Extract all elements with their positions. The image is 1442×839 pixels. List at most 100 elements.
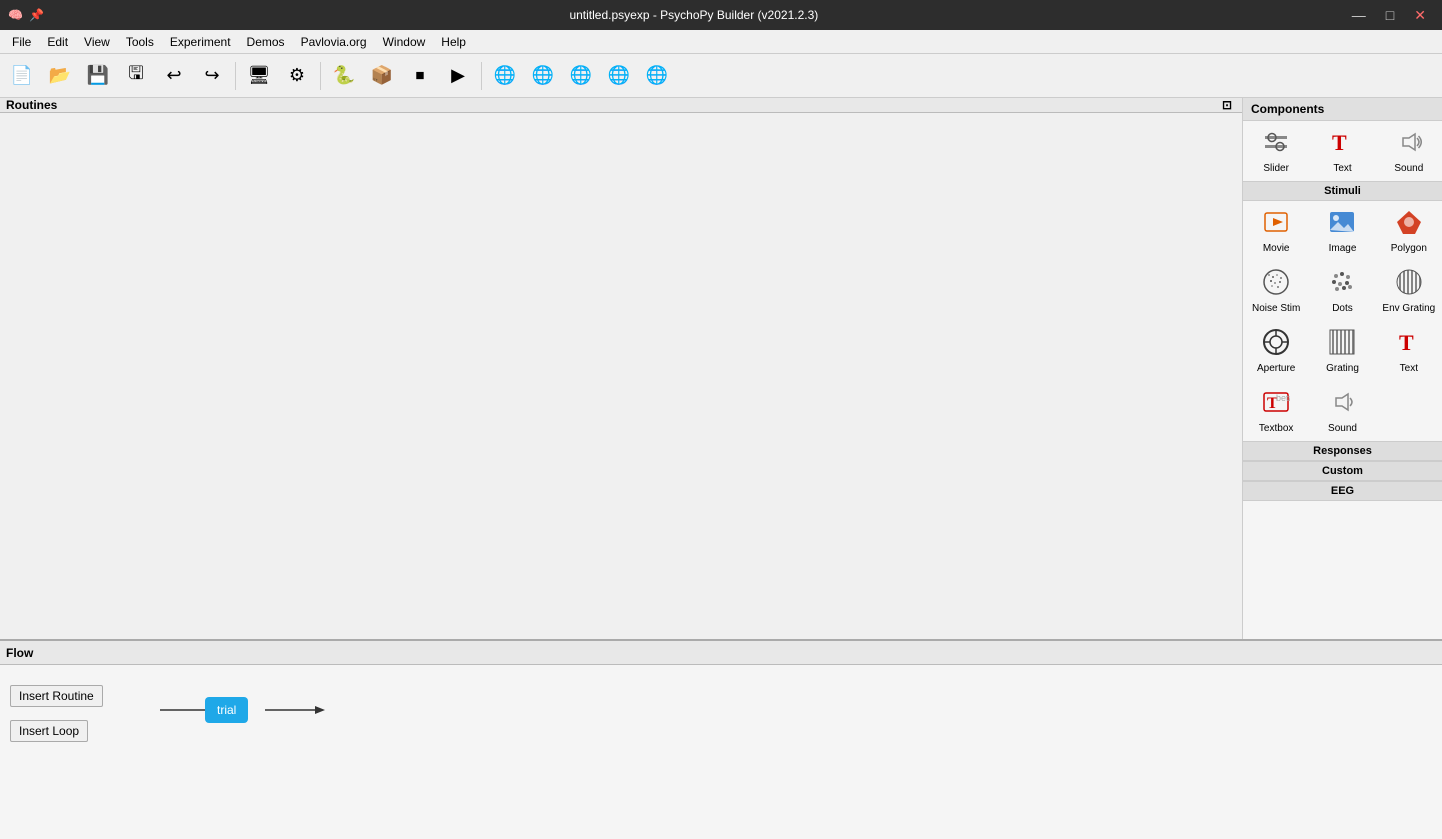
flow-content: Insert Routine Insert Loop trial — [0, 665, 1442, 839]
new-file-button[interactable]: 📄 — [4, 58, 40, 94]
sound-icon — [1395, 128, 1423, 161]
menu-item-edit[interactable]: Edit — [39, 33, 76, 51]
component-polygon-label: Polygon — [1391, 243, 1427, 254]
component-polygon[interactable]: Polygon — [1376, 201, 1442, 261]
close-button[interactable]: ✕ — [1406, 5, 1434, 26]
eeg-section-label: EEG — [1243, 481, 1442, 501]
aperture-icon — [1262, 328, 1290, 361]
minimize-button[interactable]: — — [1344, 5, 1374, 26]
component-text-top[interactable]: T Text — [1309, 121, 1375, 181]
js-button[interactable]: 📦 — [364, 58, 400, 94]
component-movie-label: Movie — [1263, 243, 1290, 254]
component-aperture[interactable]: Aperture — [1243, 321, 1309, 381]
sep1 — [235, 62, 236, 90]
components-panel: Components Slider — [1242, 98, 1442, 639]
component-textbox[interactable]: T beta Textbox — [1243, 381, 1309, 441]
monitor-button[interactable]: 🖥 — [241, 58, 277, 94]
title-bar-controls: — □ ✕ — [1344, 5, 1434, 26]
main-layout: Routines ⊡ trial ✕ 0 — [0, 98, 1442, 839]
text-stim-icon: T — [1395, 328, 1423, 361]
component-text-stim-label: Text — [1400, 363, 1418, 374]
open-folder-button[interactable]: 📂 — [42, 58, 78, 94]
globe4-button[interactable]: 🌐 — [601, 58, 637, 94]
menu-item-experiment[interactable]: Experiment — [162, 33, 239, 51]
image-icon — [1328, 208, 1356, 241]
component-noisestim[interactable]: Noise Stim — [1243, 261, 1309, 321]
components-label: Components — [1251, 102, 1324, 116]
flow-header: Flow — [0, 641, 1442, 665]
component-movie[interactable]: Movie — [1243, 201, 1309, 261]
component-text-stim[interactable]: T Text — [1376, 321, 1442, 381]
responses-section-label: Responses — [1243, 441, 1442, 461]
globe3-button[interactable]: 🌐 — [563, 58, 599, 94]
component-grating[interactable]: Grating — [1309, 321, 1375, 381]
python-button[interactable]: 🐍 — [326, 58, 362, 94]
routines-header: Routines ⊡ — [0, 98, 1242, 113]
menu-item-view[interactable]: View — [76, 33, 118, 51]
stimuli-grid: Movie Image — [1243, 201, 1442, 441]
custom-section-label: Custom — [1243, 461, 1442, 481]
globe2-button[interactable]: 🌐 — [525, 58, 561, 94]
polygon-icon — [1395, 208, 1423, 241]
component-dots[interactable]: Dots — [1309, 261, 1375, 321]
menu-item-demos[interactable]: Demos — [239, 33, 293, 51]
routines-label: Routines — [6, 98, 57, 112]
title-bar-left: 🧠 📌 — [8, 8, 44, 22]
title-bar-title: untitled.psyexp - PsychoPy Builder (v202… — [44, 8, 1344, 22]
insert-loop-button[interactable]: Insert Loop — [10, 720, 88, 742]
component-sound-stim[interactable]: Sound — [1309, 381, 1375, 441]
text-icon: T — [1328, 128, 1356, 161]
component-slider[interactable]: Slider — [1243, 121, 1309, 181]
component-sound-stim-label: Sound — [1328, 423, 1357, 434]
app-icon: 🧠 — [8, 8, 23, 22]
menu-item-window[interactable]: Window — [375, 33, 434, 51]
svg-text:beta: beta — [1276, 393, 1290, 403]
flow-label: Flow — [6, 646, 33, 660]
flow-diagram: trial — [160, 685, 1432, 829]
component-sound-top[interactable]: Sound — [1376, 121, 1442, 181]
flow-panel: Flow Insert Routine Insert Loop trial — [0, 639, 1442, 839]
movie-icon — [1262, 208, 1290, 241]
save-as-button[interactable]: 🖫 — [118, 58, 154, 94]
settings-button[interactable]: ⚙ — [279, 58, 315, 94]
menu-item-tools[interactable]: Tools — [118, 33, 162, 51]
menu-item-help[interactable]: Help — [433, 33, 474, 51]
pin-icon: 📌 — [29, 8, 44, 22]
sound-stim-icon — [1328, 388, 1356, 421]
toolbar: 📄📂💾🖫↩↪🖥⚙🐍📦⏹▶🌐🌐🌐🌐🌐 — [0, 54, 1442, 98]
save-button[interactable]: 💾 — [80, 58, 116, 94]
title-bar: 🧠 📌 untitled.psyexp - PsychoPy Builder (… — [0, 0, 1442, 30]
menu-item-file[interactable]: File — [4, 33, 39, 51]
routines-maximize-button[interactable]: ⊡ — [1218, 98, 1236, 112]
envgrating-icon — [1395, 268, 1423, 301]
run-stop-button[interactable]: ⏹ — [402, 58, 438, 94]
menu-bar: FileEditViewToolsExperimentDemosPavlovia… — [0, 30, 1442, 54]
maximize-button[interactable]: □ — [1378, 5, 1402, 26]
undo-button[interactable]: ↩ — [156, 58, 192, 94]
component-text-top-label: Text — [1333, 163, 1351, 174]
routines-panel: Routines ⊡ trial ✕ 0 — [0, 98, 1242, 100]
component-noisestim-label: Noise Stim — [1252, 303, 1300, 314]
svg-text:T: T — [1332, 130, 1347, 155]
globe1-button[interactable]: 🌐 — [487, 58, 523, 94]
globe5-button[interactable]: 🌐 — [639, 58, 675, 94]
stimuli-section-label: Stimuli — [1243, 181, 1442, 201]
component-envgrating-label: Env Grating — [1382, 303, 1435, 314]
component-dots-label: Dots — [1332, 303, 1353, 314]
trial-flow-box[interactable]: trial — [205, 697, 248, 723]
insert-routine-button[interactable]: Insert Routine — [10, 685, 103, 707]
component-aperture-label: Aperture — [1257, 363, 1295, 374]
component-slider-label: Slider — [1263, 163, 1289, 174]
noisestim-icon — [1262, 268, 1290, 301]
component-image[interactable]: Image — [1309, 201, 1375, 261]
component-image-label: Image — [1329, 243, 1357, 254]
flow-svg — [160, 685, 410, 745]
component-sound-top-label: Sound — [1394, 163, 1423, 174]
menu-item-pavlovia.org[interactable]: Pavlovia.org — [293, 33, 375, 51]
component-envgrating[interactable]: Env Grating — [1376, 261, 1442, 321]
slider-icon — [1262, 128, 1290, 161]
textbox-icon: T beta — [1262, 388, 1290, 421]
redo-button[interactable]: ↪ — [194, 58, 230, 94]
grating-icon — [1328, 328, 1356, 361]
run-button[interactable]: ▶ — [440, 58, 476, 94]
